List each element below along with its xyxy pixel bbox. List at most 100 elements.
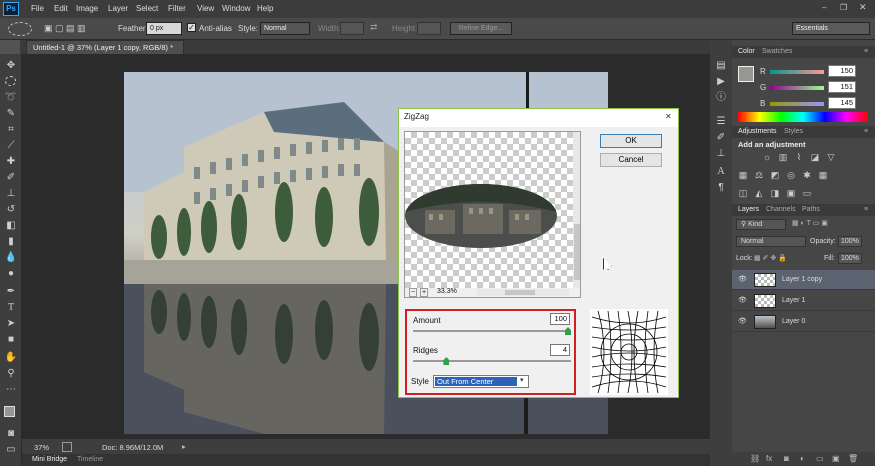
preview-scroll-thumb[interactable] xyxy=(574,224,580,280)
brightness-contrast-icon[interactable]: ☼ xyxy=(762,152,772,162)
quick-mask-icon[interactable]: ◙ xyxy=(4,428,18,440)
hue-saturation-icon[interactable]: ▦ xyxy=(738,170,748,180)
healing-tool-icon[interactable]: ✚ xyxy=(4,156,18,168)
tab-styles[interactable]: Styles xyxy=(784,126,803,138)
pen-tool-icon[interactable]: ✒ xyxy=(4,286,18,298)
ridges-slider-track[interactable] xyxy=(413,360,571,362)
black-white-icon[interactable]: ◩ xyxy=(770,170,780,180)
character-panel-icon[interactable]: A xyxy=(714,166,728,178)
posterize-icon[interactable]: ◭ xyxy=(754,188,764,198)
tab-color[interactable]: Color xyxy=(738,46,755,58)
zoom-in-button[interactable]: + xyxy=(420,288,428,297)
marquee-tool-icon[interactable] xyxy=(8,22,32,36)
layer-row-layer-1[interactable]: 👁 Layer 1 xyxy=(732,291,875,311)
visibility-eye-icon[interactable]: 👁 xyxy=(738,312,747,332)
fill-input[interactable]: 100% xyxy=(838,253,862,264)
zoom-out-button[interactable]: − xyxy=(409,288,417,297)
exposure-icon[interactable]: ◪ xyxy=(810,152,820,162)
layer-mask-icon[interactable]: ◙ xyxy=(784,454,789,463)
threshold-icon[interactable]: ◨ xyxy=(770,188,780,198)
color-lookup-icon[interactable]: ▦ xyxy=(818,170,828,180)
menu-select[interactable]: Select xyxy=(136,4,158,13)
style-select[interactable]: Out From Center ▾ xyxy=(433,375,529,388)
filter-preview[interactable]: − + 33.3% xyxy=(404,131,581,298)
layer-row-layer-1-copy[interactable]: 👁 Layer 1 copy xyxy=(732,270,875,290)
eraser-tool-icon[interactable]: ◧ xyxy=(4,220,18,232)
minimize-icon[interactable]: ‒ xyxy=(822,3,826,12)
paragraph-panel-icon[interactable]: ¶ xyxy=(714,182,728,194)
channel-g-value[interactable]: 151 xyxy=(828,81,856,93)
type-tool-icon[interactable]: T xyxy=(4,302,18,314)
lasso-tool-icon[interactable]: ➰ xyxy=(4,92,18,104)
info-panel-icon[interactable]: ⓘ xyxy=(714,92,728,104)
edit-toolbar-icon[interactable]: ⋯ xyxy=(4,384,18,396)
antialias-checkbox[interactable]: ✓ xyxy=(187,23,196,32)
menu-edit[interactable]: Edit xyxy=(54,4,68,13)
invert-icon[interactable]: ◫ xyxy=(738,188,748,198)
tab-mini-bridge[interactable]: Mini Bridge xyxy=(32,456,67,463)
new-adjustment-icon[interactable]: ◐ xyxy=(800,454,805,463)
close-icon[interactable]: ✕ xyxy=(859,2,867,13)
width-input[interactable] xyxy=(340,22,364,35)
marquee-tool-icon[interactable] xyxy=(5,76,16,86)
tab-swatches[interactable]: Swatches xyxy=(762,46,792,58)
history-panel-icon[interactable]: ▤ xyxy=(714,60,728,72)
foreground-color-swatch[interactable] xyxy=(4,406,15,417)
refine-edge-button[interactable]: Refine Edge... xyxy=(450,22,512,35)
shape-tool-icon[interactable]: ■ xyxy=(4,334,18,346)
amount-slider-thumb[interactable] xyxy=(565,327,571,335)
channel-r-slider[interactable] xyxy=(770,70,824,74)
tab-paths[interactable]: Paths xyxy=(802,204,820,216)
history-brush-tool-icon[interactable]: ↺ xyxy=(4,204,18,216)
tab-layers[interactable]: Layers xyxy=(738,204,759,216)
blend-mode-select[interactable]: Normal xyxy=(736,236,806,247)
ok-button[interactable]: OK xyxy=(600,134,662,148)
link-layers-icon[interactable]: ⛓ xyxy=(750,454,760,463)
brush-tool-icon[interactable]: ✐ xyxy=(4,172,18,184)
layer-style-icon[interactable]: fx xyxy=(766,454,772,463)
zoom-tool-icon[interactable]: ⚲ xyxy=(4,368,18,380)
menu-view[interactable]: View xyxy=(197,4,214,13)
properties-panel-icon[interactable]: ☰ xyxy=(714,116,728,128)
foreground-color-swatch[interactable] xyxy=(738,66,754,82)
levels-icon[interactable]: ▥ xyxy=(778,152,788,162)
eyedropper-tool-icon[interactable]: ⟋ xyxy=(4,140,18,152)
opacity-input[interactable]: 100% xyxy=(838,236,862,247)
channel-r-value[interactable]: 150 xyxy=(828,65,856,77)
tab-channels[interactable]: Channels xyxy=(766,204,796,216)
layer-filter-icons[interactable]: ▦ ◐ T ▭ ▣ xyxy=(792,219,828,227)
ridges-slider-thumb[interactable] xyxy=(443,357,450,365)
tab-adjustments[interactable]: Adjustments xyxy=(738,126,777,138)
layer-row-layer-0[interactable]: 👁 Layer 0 xyxy=(732,312,875,332)
panel-menu-icon[interactable]: ≡ xyxy=(864,46,868,58)
cancel-button[interactable]: Cancel xyxy=(600,153,662,167)
gradient-tool-icon[interactable]: ▮ xyxy=(4,236,18,248)
channel-b-slider[interactable] xyxy=(770,102,824,106)
menu-layer[interactable]: Layer xyxy=(108,4,128,13)
color-balance-icon[interactable]: ⚖ xyxy=(754,170,764,180)
restore-icon[interactable]: ❐ xyxy=(840,3,847,12)
height-input[interactable] xyxy=(417,22,441,35)
blur-tool-icon[interactable]: 💧 xyxy=(4,252,18,264)
swap-icon[interactable]: ⇄ xyxy=(370,22,378,33)
workspace-select[interactable]: Essentials xyxy=(792,22,870,35)
new-group-icon[interactable]: ▭ xyxy=(816,454,824,463)
brush-panel-icon[interactable]: ✐ xyxy=(714,132,728,144)
status-menu-arrow-icon[interactable]: ▸ xyxy=(182,442,186,451)
tab-timeline[interactable]: Timeline xyxy=(77,456,103,463)
move-tool-icon[interactable]: ✥ xyxy=(4,60,18,72)
menu-help[interactable]: Help xyxy=(257,4,273,13)
clone-stamp-tool-icon[interactable]: ⊥ xyxy=(4,188,18,200)
style-select[interactable]: Normal xyxy=(260,22,310,35)
actions-panel-icon[interactable]: ▶ xyxy=(714,76,728,88)
crop-tool-icon[interactable]: ⌗ xyxy=(4,124,18,136)
document-tab[interactable]: Untitled-1 @ 37% (Layer 1 copy, RGB/8) *… xyxy=(26,40,184,65)
color-spectrum[interactable] xyxy=(738,112,868,122)
photo-filter-icon[interactable]: ◎ xyxy=(786,170,796,180)
preview-hscroll-thumb[interactable] xyxy=(505,290,535,295)
panel-menu-icon[interactable]: ≡ xyxy=(864,204,868,216)
dodge-tool-icon[interactable]: ● xyxy=(4,268,18,280)
lock-icons[interactable]: ▦ ✐ ✥ 🔒 xyxy=(754,254,787,262)
menu-image[interactable]: Image xyxy=(76,4,98,13)
feather-input[interactable]: 0 px xyxy=(146,22,182,35)
